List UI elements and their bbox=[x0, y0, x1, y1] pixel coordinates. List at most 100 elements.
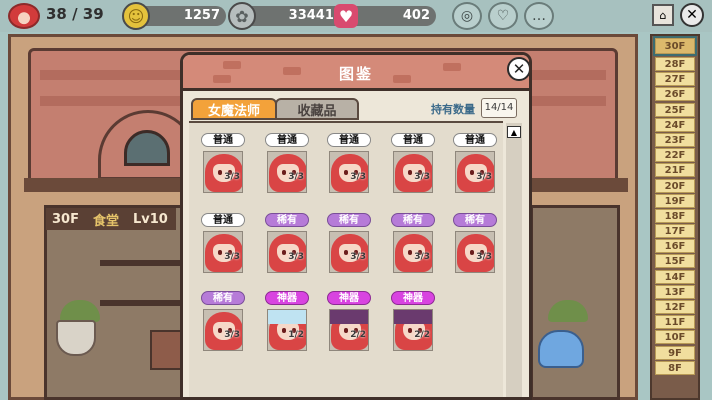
owned-fraction: 2/2 bbox=[350, 330, 366, 340]
rarity-badge: 普通 bbox=[391, 133, 435, 147]
character-portrait: 3/3 bbox=[329, 231, 369, 273]
character-card[interactable]: 普通 3/3 bbox=[391, 133, 435, 203]
floor-item[interactable]: 9F bbox=[655, 345, 695, 360]
character-portrait: 3/3 bbox=[329, 151, 369, 193]
stool bbox=[150, 330, 184, 370]
floor-item[interactable]: 23F bbox=[655, 132, 695, 147]
rarity-badge: 稀有 bbox=[327, 213, 371, 227]
rarity-badge: 普通 bbox=[201, 133, 245, 147]
scrollbar[interactable] bbox=[506, 123, 522, 397]
owned-fraction: 3/3 bbox=[350, 252, 366, 262]
floor-list[interactable]: 30F 28F 27F 26F 25F 24F 23F 22F 21F 20F 19F 18F 17F 1… bbox=[650, 34, 700, 400]
rarity-badge: 稀有 bbox=[453, 213, 497, 227]
shelf bbox=[100, 260, 180, 266]
slime-icon bbox=[538, 330, 584, 368]
floor-item[interactable]: 10F bbox=[655, 330, 695, 345]
character-card[interactable]: 普通 3/3 bbox=[453, 133, 497, 203]
dialog-title: 图鉴 bbox=[338, 65, 373, 83]
floor-item[interactable]: 26F bbox=[655, 87, 695, 102]
owned-fraction: 3/3 bbox=[288, 252, 304, 262]
owned-count: 14/14 bbox=[481, 98, 517, 118]
heart-value: 402 bbox=[402, 8, 430, 23]
collection-dialog: 图鉴 ✕ 收藏品 女魔法师 持有数量 14/14 普通 3/3 普通 3/3 普通 3/3… bbox=[180, 52, 532, 400]
floor-item[interactable]: 18F bbox=[655, 208, 695, 223]
character-card[interactable]: 稀有 3/3 bbox=[453, 213, 497, 283]
character-card[interactable]: 神器 2/2 bbox=[327, 291, 371, 361]
rarity-badge: 稀有 bbox=[391, 213, 435, 227]
floor-item[interactable]: 19F bbox=[655, 193, 695, 208]
floor-item[interactable]: 13F bbox=[655, 284, 695, 299]
settings-icon[interactable]: ◎ bbox=[452, 2, 482, 30]
floor-item[interactable]: 17F bbox=[655, 224, 695, 239]
avatar[interactable] bbox=[8, 3, 40, 29]
floor-item[interactable]: 20F bbox=[655, 178, 695, 193]
character-portrait: 3/3 bbox=[455, 231, 495, 273]
character-card[interactable]: 神器 1/2 bbox=[265, 291, 309, 361]
floor-item[interactable]: 22F bbox=[655, 148, 695, 163]
close-icon[interactable]: ✕ bbox=[680, 3, 704, 27]
floor-item[interactable]: 8F bbox=[655, 360, 695, 375]
floor-item[interactable]: 15F bbox=[655, 254, 695, 269]
character-card[interactable]: 稀有 3/3 bbox=[265, 213, 309, 283]
owned-fraction: 2/2 bbox=[414, 330, 430, 340]
owned-fraction: 3/3 bbox=[224, 330, 240, 340]
owned-fraction: 3/3 bbox=[350, 172, 366, 182]
floor-item[interactable]: 28F bbox=[655, 57, 695, 71]
floor-level: Lv10 bbox=[133, 211, 168, 227]
top-bar: 38 / 39 1257 ☺ 3344109 ✿ 402 ♥ ◎ ♡ … ⌂ ✕ bbox=[0, 0, 712, 32]
owned-fraction: 3/3 bbox=[476, 252, 492, 262]
favorite-icon[interactable]: ♡ bbox=[488, 2, 518, 30]
rarity-badge: 神器 bbox=[327, 291, 371, 305]
character-portrait: 2/2 bbox=[393, 309, 433, 351]
floor-item[interactable]: 27F bbox=[655, 72, 695, 87]
character-portrait: 3/3 bbox=[203, 151, 243, 193]
floor-tag[interactable]: 30F 食堂 Lv10 bbox=[46, 208, 176, 230]
rarity-badge: 稀有 bbox=[201, 291, 245, 305]
close-icon[interactable]: ✕ bbox=[507, 57, 529, 81]
character-card[interactable]: 神器 2/2 bbox=[391, 291, 435, 361]
character-portrait: 2/2 bbox=[329, 309, 369, 351]
rarity-badge: 稀有 bbox=[265, 213, 309, 227]
character-card[interactable]: 稀有 3/3 bbox=[201, 291, 245, 361]
card-grid: 普通 3/3 普通 3/3 普通 3/3 普通 3/3 普通 3/3 普通 3/3 稀有 3/3 稀有 3/3… bbox=[189, 121, 503, 397]
tab-collectibles[interactable]: 收藏品 bbox=[275, 98, 359, 120]
floor-item[interactable]: 12F bbox=[655, 300, 695, 314]
character-card[interactable]: 普通 3/3 bbox=[201, 213, 245, 283]
floor-item[interactable]: 21F bbox=[655, 163, 695, 178]
pot-icon bbox=[56, 320, 96, 356]
shop-icon[interactable]: ⌂ bbox=[652, 4, 674, 26]
scroll-up-icon[interactable]: ▲ bbox=[507, 126, 521, 138]
character-card[interactable]: 普通 3/3 bbox=[265, 133, 309, 203]
rarity-badge: 神器 bbox=[391, 291, 435, 305]
floor-item[interactable]: 16F bbox=[655, 239, 695, 254]
coin-value: 1257 bbox=[183, 8, 220, 23]
character-card[interactable]: 普通 3/3 bbox=[201, 133, 245, 203]
floor-item[interactable]: 24F bbox=[655, 117, 695, 132]
character-portrait: 3/3 bbox=[267, 231, 307, 273]
owned-fraction: 3/3 bbox=[476, 172, 492, 182]
floor-item[interactable]: 30F bbox=[653, 36, 697, 56]
level-counter: 38 / 39 bbox=[46, 5, 104, 23]
tab-sorceress[interactable]: 女魔法师 bbox=[191, 98, 277, 120]
floor-item[interactable]: 11F bbox=[655, 315, 695, 330]
chat-icon[interactable]: … bbox=[524, 2, 554, 30]
owned-fraction: 1/2 bbox=[288, 330, 304, 340]
character-card[interactable]: 稀有 3/3 bbox=[391, 213, 435, 283]
floor-number: 30F bbox=[52, 211, 79, 227]
owned-label: 持有数量 bbox=[431, 103, 475, 116]
character-portrait: 3/3 bbox=[393, 151, 433, 193]
rarity-badge: 普通 bbox=[453, 133, 497, 147]
character-portrait: 3/3 bbox=[393, 231, 433, 273]
character-card[interactable]: 稀有 3/3 bbox=[327, 213, 371, 283]
floor-item[interactable]: 25F bbox=[655, 102, 695, 117]
owned-fraction: 3/3 bbox=[224, 172, 240, 182]
gem-icon: ✿ bbox=[228, 2, 256, 30]
character-card[interactable]: 普通 3/3 bbox=[327, 133, 371, 203]
rarity-badge: 普通 bbox=[327, 133, 371, 147]
dialog-header: 图鉴 ✕ bbox=[183, 55, 529, 91]
rarity-badge: 神器 bbox=[265, 291, 309, 305]
owned-fraction: 3/3 bbox=[224, 252, 240, 262]
coin-icon: ☺ bbox=[122, 2, 150, 30]
character-portrait: 3/3 bbox=[455, 151, 495, 193]
floor-item[interactable]: 14F bbox=[655, 269, 695, 284]
